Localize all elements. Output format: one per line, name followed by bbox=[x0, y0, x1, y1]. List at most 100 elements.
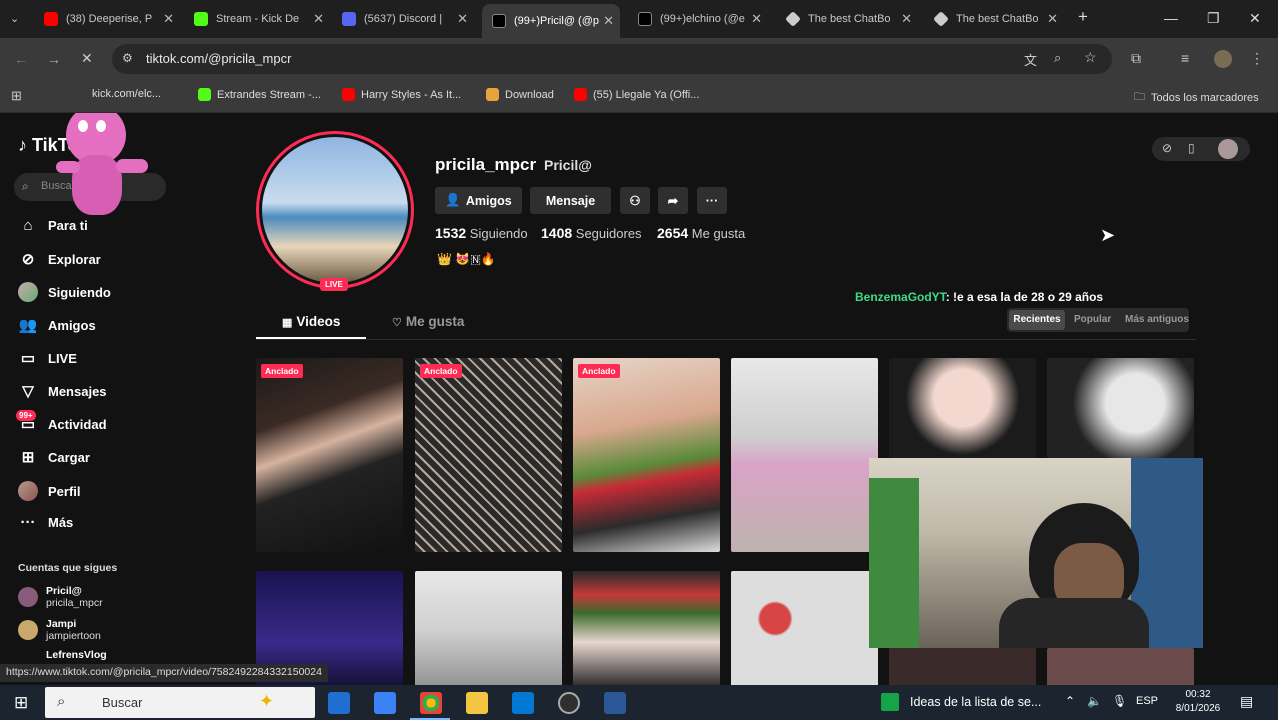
bookmark-star-icon[interactable]: ☆ bbox=[1084, 49, 1097, 66]
nav-cargar[interactable]: ⊞ Cargar bbox=[18, 448, 90, 466]
taskbar-search[interactable]: ⌕ Buscar ✦ bbox=[45, 687, 315, 718]
following-account[interactable]: Pricil@ pricila_mpcr bbox=[18, 585, 103, 609]
nav-perfil[interactable]: Perfil bbox=[18, 481, 81, 501]
app-icon[interactable] bbox=[604, 692, 626, 714]
browser-tab[interactable]: The best ChatBo ✕ bbox=[785, 6, 912, 32]
minimize-icon[interactable]: — bbox=[1164, 10, 1178, 26]
microphone-icon[interactable]: 🎙 bbox=[1112, 694, 1127, 708]
volume-icon[interactable]: 🔈 bbox=[1087, 694, 1102, 708]
tab-me-gusta[interactable]: ♡ Me gusta bbox=[392, 314, 464, 329]
video-thumbnail[interactable]: Anclado bbox=[415, 358, 562, 552]
obs-icon[interactable] bbox=[558, 692, 580, 714]
friends-button[interactable]: 👤 Amigos bbox=[435, 187, 522, 214]
video-thumbnail[interactable]: Anclado bbox=[256, 358, 403, 552]
search-icon: ⌕ bbox=[22, 179, 29, 193]
tab-search-icon[interactable]: ⌄ bbox=[10, 12, 19, 25]
chrome-icon[interactable] bbox=[420, 692, 442, 714]
tab-videos[interactable]: ▦ Videos bbox=[282, 314, 340, 329]
store-icon[interactable] bbox=[512, 692, 534, 714]
following-account[interactable]: LefrensVlog bbox=[46, 649, 107, 661]
close-tab-icon[interactable]: ✕ bbox=[457, 11, 468, 27]
close-tab-icon[interactable]: ✕ bbox=[313, 11, 324, 27]
site-info-icon[interactable]: ⚙ bbox=[122, 51, 133, 65]
notification-icon[interactable]: ▤ bbox=[1240, 693, 1253, 710]
video-thumbnail[interactable] bbox=[415, 571, 562, 690]
all-bookmarks-folder[interactable]: 🗀 Todos los marcadores bbox=[1134, 88, 1259, 107]
video-thumbnail[interactable] bbox=[889, 358, 1036, 458]
zoom-icon[interactable]: ⌕ bbox=[1054, 50, 1061, 66]
restore-icon[interactable]: ❐ bbox=[1207, 10, 1220, 27]
youtube-icon bbox=[44, 12, 58, 26]
stat-following[interactable]: 1532 Siguiendo bbox=[435, 225, 528, 241]
close-tab-icon[interactable]: ✕ bbox=[163, 11, 174, 27]
video-thumbnail[interactable] bbox=[731, 571, 878, 690]
outlook-icon[interactable] bbox=[328, 692, 350, 714]
clock[interactable]: 00:32 8/01/2026 bbox=[1172, 688, 1224, 716]
windows-start-icon[interactable]: ⊞ bbox=[14, 693, 28, 713]
bookmark-item[interactable]: (55) Llegale Ya (Offi... bbox=[574, 88, 699, 101]
browser-tab-active[interactable]: (99+)Pricil@ (@p ✕ bbox=[482, 4, 620, 38]
file-explorer-icon[interactable] bbox=[466, 692, 488, 714]
share-button[interactable]: ➦ bbox=[658, 187, 688, 214]
stat-likes[interactable]: 2654 Me gusta bbox=[657, 225, 745, 241]
extensions-icon[interactable]: ⧉ bbox=[1131, 50, 1141, 67]
bookmark-item[interactable]: Extrandes Stream -... bbox=[198, 88, 321, 101]
close-tab-icon[interactable]: ✕ bbox=[751, 11, 762, 27]
browser-tab[interactable]: The best ChatBo ✕ bbox=[933, 6, 1058, 32]
close-window-icon[interactable]: ✕ bbox=[1249, 10, 1261, 27]
stat-followers[interactable]: 1408 Seguidores bbox=[541, 225, 642, 241]
language-indicator[interactable]: ESP bbox=[1136, 695, 1158, 707]
video-thumbnail[interactable] bbox=[1047, 648, 1194, 690]
bookmark-item[interactable]: kick.com/elc... bbox=[92, 88, 161, 100]
translate-icon[interactable]: 文 bbox=[1024, 50, 1037, 69]
stop-loading-icon[interactable]: ✕ bbox=[81, 50, 93, 67]
chevron-up-icon[interactable]: ⌃ bbox=[1065, 694, 1075, 708]
video-thumbnail[interactable] bbox=[731, 358, 878, 552]
tiktok-icon bbox=[638, 12, 652, 26]
nav-mas[interactable]: ··· Más bbox=[18, 514, 74, 531]
news-icon[interactable] bbox=[881, 693, 899, 711]
message-button[interactable]: Mensaje bbox=[530, 187, 611, 214]
browser-tab[interactable]: (5637) Discord | ✕ bbox=[342, 6, 468, 32]
forward-icon[interactable]: → bbox=[47, 51, 61, 67]
browser-tab[interactable]: (38) Deeperise, P ✕ bbox=[44, 6, 174, 32]
avatar[interactable] bbox=[1218, 139, 1238, 159]
compass-icon[interactable]: ⊘ bbox=[1162, 141, 1172, 155]
nav-amigos[interactable]: 👥 Amigos bbox=[18, 316, 96, 334]
close-tab-icon[interactable]: ✕ bbox=[1047, 11, 1058, 27]
nav-siguiendo[interactable]: Siguiendo bbox=[18, 282, 111, 302]
nav-para-ti[interactable]: ⌂ Para ti bbox=[18, 217, 87, 234]
menu-icon[interactable]: ⋮ bbox=[1250, 50, 1264, 67]
browser-tab[interactable]: (99+)elchino (@e ✕ bbox=[638, 6, 762, 32]
news-widget[interactable]: Ideas de la lista de se... bbox=[910, 695, 1041, 709]
plus-icon[interactable]: + bbox=[1078, 7, 1088, 27]
sort-mas-antiguos[interactable]: Más antiguos bbox=[1125, 314, 1189, 325]
device-icon[interactable]: ▯ bbox=[1188, 141, 1195, 155]
close-tab-icon[interactable]: ✕ bbox=[603, 13, 614, 29]
more-options-button[interactable]: ··· bbox=[697, 187, 727, 214]
back-icon[interactable]: ← bbox=[14, 51, 28, 67]
profile-avatar[interactable] bbox=[256, 131, 414, 289]
tab-strip: ⌄ (38) Deeperise, P ✕ Stream - Kick De ✕… bbox=[0, 0, 1278, 38]
follow-user-button[interactable]: ⚇ bbox=[620, 187, 650, 214]
video-thumbnail[interactable] bbox=[1047, 358, 1194, 458]
profile-avatar[interactable] bbox=[1214, 50, 1232, 68]
nav-mensajes[interactable]: ▽ Mensajes bbox=[18, 382, 106, 400]
nav-live[interactable]: ▭ LIVE bbox=[18, 349, 77, 367]
video-thumbnail[interactable] bbox=[889, 648, 1036, 690]
following-account[interactable]: Jampi jampiertoon bbox=[18, 618, 101, 642]
app-icon[interactable] bbox=[374, 692, 396, 714]
sort-recientes[interactable]: Recientes bbox=[1009, 310, 1065, 330]
close-tab-icon[interactable]: ✕ bbox=[901, 11, 912, 27]
bookmark-item[interactable]: Harry Styles - As It... bbox=[342, 88, 461, 101]
browser-tab[interactable]: Stream - Kick De ✕ bbox=[194, 6, 324, 32]
video-thumbnail[interactable]: Anclado bbox=[573, 358, 720, 552]
media-control-icon[interactable]: ≡ bbox=[1181, 50, 1189, 66]
sort-popular[interactable]: Popular bbox=[1074, 314, 1111, 325]
bookmark-item[interactable]: Download bbox=[486, 88, 554, 101]
apps-grid-icon[interactable]: ⊞ bbox=[11, 88, 22, 104]
link-status-bar: https://www.tiktok.com/@pricila_mpcr/vid… bbox=[0, 664, 328, 682]
video-thumbnail[interactable] bbox=[573, 571, 720, 690]
address-bar[interactable]: ⚙ tiktok.com/@pricila_mpcr 文 ⌕ ☆ bbox=[112, 44, 1112, 74]
nav-explorar[interactable]: ⊘ Explorar bbox=[18, 250, 101, 268]
